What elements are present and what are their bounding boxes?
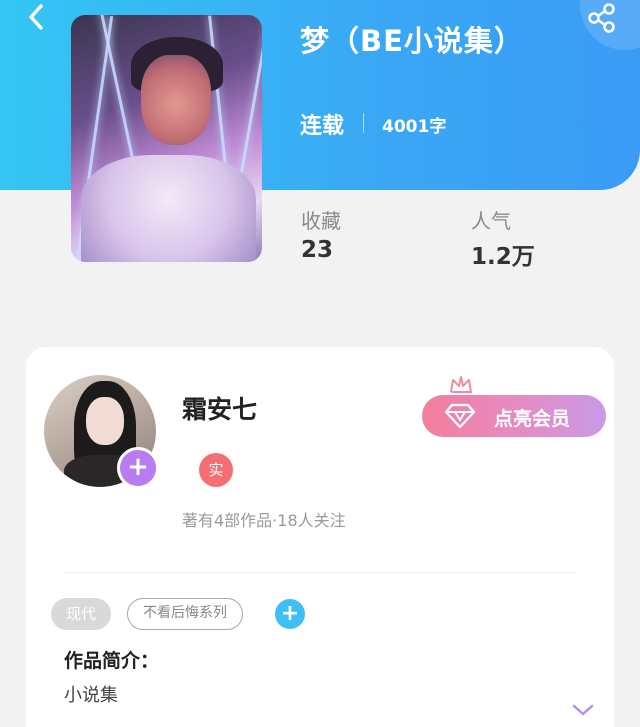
series-tag[interactable]: 不看后悔系列 [127, 598, 243, 630]
activate-vip-button[interactable]: 点亮会员 [422, 395, 606, 437]
add-tag-button[interactable]: + [275, 599, 305, 629]
follow-author-button[interactable]: + [117, 447, 159, 489]
intro-text: 小说集 [64, 685, 118, 706]
intro-heading: 作品简介： [64, 650, 160, 672]
book-title: 梦（BE小说集） [300, 24, 524, 58]
share-icon[interactable] [586, 2, 618, 34]
genre-tag[interactable]: 现代 [51, 598, 111, 630]
author-name[interactable]: 霜安七 [182, 390, 257, 426]
book-cover-image[interactable] [71, 15, 262, 262]
serial-status: 连载 [300, 114, 345, 139]
back-icon[interactable] [22, 2, 52, 32]
verified-badge: 实 [199, 453, 233, 487]
favorites-count: 23 [301, 237, 334, 263]
popularity-label: 人气 [471, 209, 511, 233]
status-divider [363, 113, 364, 133]
section-divider [64, 572, 576, 573]
author-stats: 著有4部作品·18人关注 [182, 511, 346, 530]
vip-button-label: 点亮会员 [494, 408, 571, 430]
diamond-icon [444, 403, 476, 429]
crown-icon [450, 376, 472, 393]
plus-icon: + [127, 452, 149, 482]
chevron-down-icon[interactable] [572, 703, 594, 717]
popularity-count: 1.2万 [471, 244, 535, 270]
favorites-label: 收藏 [301, 209, 341, 233]
word-count: 4001字 [382, 117, 447, 137]
